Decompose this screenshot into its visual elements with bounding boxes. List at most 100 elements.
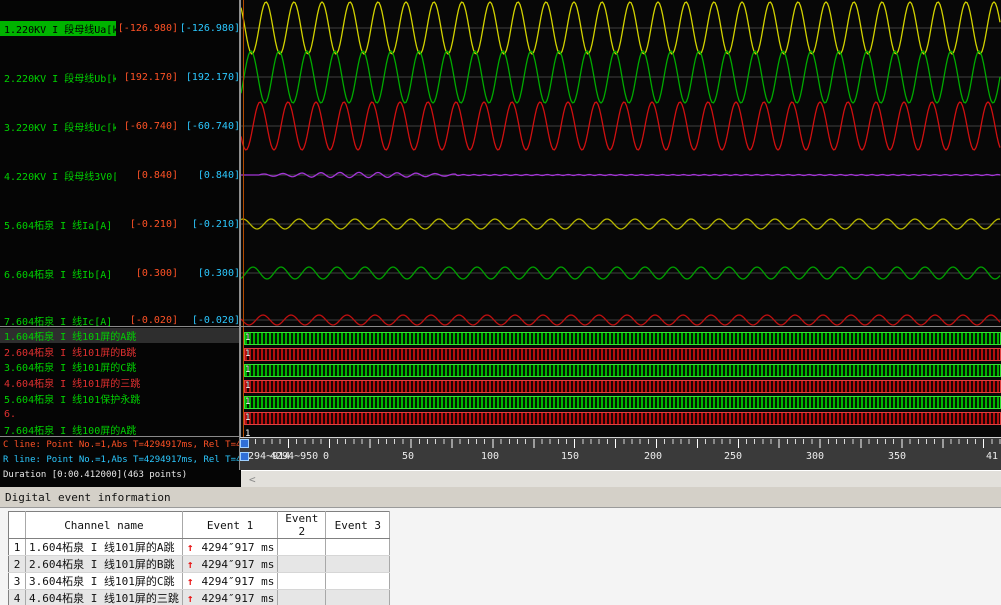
digital-state-bar xyxy=(244,396,1001,409)
time-axis-label: 100 xyxy=(481,451,499,462)
digital-trace-plot: 1111111 xyxy=(241,327,1001,437)
channel-value-primary: [-60.740] xyxy=(116,121,178,132)
digital-state-value: 1 xyxy=(245,428,250,437)
time-axis-label: 0 xyxy=(323,451,329,462)
digital-state-value: 1 xyxy=(245,412,250,424)
rising-edge-arrow-icon: ↑ xyxy=(187,541,194,554)
event3-cell xyxy=(326,556,390,573)
event3-cell xyxy=(326,539,390,556)
digital-state-value: 1 xyxy=(245,348,250,360)
event2-cell xyxy=(278,590,326,605)
analog-channel-row[interactable]: 3.220KV I 段母线Uc[kV][-60.740][-60.740] xyxy=(0,118,240,134)
analog-channel-label: 6.604柘泉 I 线Ib[A] xyxy=(0,266,116,281)
event-row-number: 3 xyxy=(9,573,26,590)
col-event3: Event 3 xyxy=(326,512,390,539)
analog-channel-label: 4.220KV I 段母线3V0[kV] xyxy=(0,168,116,183)
time-axis-label: 150 xyxy=(561,451,579,462)
digital-channel-row[interactable]: 3.604柘泉 I 线101屏的C跳 xyxy=(0,359,240,374)
c-line-status: C line: Point No.=1,Abs T=4294917ms, Rel… xyxy=(3,440,240,450)
analog-waveform-plot[interactable] xyxy=(241,0,1001,327)
event-table-header-row: Channel name Event 1 Event 2 Event 3 xyxy=(9,512,390,539)
channel-value-secondary: [-0.210] xyxy=(178,219,240,230)
analog-channel-row[interactable]: 5.604柘泉 I 线Ia[A][-0.210][-0.210] xyxy=(0,216,240,232)
waveform-svg xyxy=(241,0,1001,327)
col-channel-name: Channel name xyxy=(26,512,183,539)
event-info-section: Digital event information Channel name E… xyxy=(0,487,1001,605)
digital-channel-row[interactable]: 5.604柘泉 I 线101保护永跳 xyxy=(0,391,240,406)
analog-channel-label: 3.220KV I 段母线Uc[kV] xyxy=(0,119,116,134)
analog-channel-row[interactable]: 4.220KV I 段母线3V0[kV][0.840][0.840] xyxy=(0,167,240,183)
event-channel-name: 3.604柘泉 I 线101屏的C跳 xyxy=(26,573,183,590)
digital-channel-row[interactable]: 6. xyxy=(0,407,240,422)
digital-state-bar xyxy=(244,348,1001,361)
digital-channel-row[interactable]: 2.604柘泉 I 线101屏的B跳 xyxy=(0,344,240,359)
channel-value-secondary: [-126.980] xyxy=(178,23,240,34)
digital-state-bar xyxy=(244,332,1001,345)
time-axis-label: 350 xyxy=(888,451,906,462)
time-axis-ruler[interactable]: 4294~9144294~95005010015020025030035041 xyxy=(240,437,1001,470)
section-title: Digital event information xyxy=(5,491,171,504)
time-axis-label: 4294~950 xyxy=(270,451,318,462)
event1-cell: ↑4294″917 ms xyxy=(182,556,277,573)
channel-value-secondary: [0.840] xyxy=(178,170,240,181)
cursor-status-block: C line: Point No.=1,Abs T=4294917ms, Rel… xyxy=(0,437,240,487)
channel-value-secondary: [0.300] xyxy=(178,268,240,279)
channel-value-secondary: [-60.740] xyxy=(178,121,240,132)
digital-channel-row[interactable]: 7.604柘泉 I 线100屏的A跳 xyxy=(0,422,240,437)
channel-value-primary: [192.170] xyxy=(116,72,178,83)
waveform-trace xyxy=(241,315,1000,325)
digital-event-table: Channel name Event 1 Event 2 Event 3 11.… xyxy=(8,511,390,605)
c-cursor-line[interactable] xyxy=(243,0,244,437)
channel-value-primary: [-0.210] xyxy=(116,219,178,230)
event3-cell xyxy=(326,590,390,605)
analog-digital-divider xyxy=(0,326,1001,327)
panel-status-divider xyxy=(0,436,240,437)
event-table-row[interactable]: 44.604柘泉 I 线101屏的三跳↑4294″917 ms xyxy=(9,590,390,605)
panel-plot-divider[interactable] xyxy=(239,0,241,470)
digital-state-bar xyxy=(244,364,1001,377)
channel-value-secondary: [192.170] xyxy=(178,72,240,83)
col-index xyxy=(9,512,26,539)
digital-channel-row[interactable]: 4.604柘泉 I 线101屏的三跳 xyxy=(0,375,240,390)
horizontal-scrollbar[interactable]: < xyxy=(241,470,1001,487)
c-cursor-handle[interactable] xyxy=(240,439,249,448)
event-table-row[interactable]: 22.604柘泉 I 线101屏的B跳↑4294″917 ms xyxy=(9,556,390,573)
event1-time: 4294″917 ms xyxy=(201,558,274,571)
analog-channel-row[interactable]: 1.220KV I 段母线Ua[kV][-126.980][-126.980] xyxy=(0,20,240,36)
digital-state-value: 1 xyxy=(245,380,250,392)
analog-channel-label: 1.220KV I 段母线Ua[kV] xyxy=(0,21,116,36)
event1-time: 4294″917 ms xyxy=(201,541,274,554)
analog-channel-label: 2.220KV I 段母线Ub[kV] xyxy=(0,70,116,85)
event-row-number: 2 xyxy=(9,556,26,573)
digital-state-bar xyxy=(244,380,1001,393)
col-event2: Event 2 xyxy=(278,512,326,539)
channel-value-primary: [0.840] xyxy=(116,170,178,181)
duration-status: Duration [0:00.412000](463 points) xyxy=(3,470,240,480)
digital-state-value: 1 xyxy=(245,332,250,344)
event2-cell xyxy=(278,539,326,556)
digital-state-value: 1 xyxy=(245,364,250,376)
event3-cell xyxy=(326,573,390,590)
channel-value-primary: [-126.980] xyxy=(116,23,178,34)
digital-channel-row[interactable]: 1.604柘泉 I 线101屏的A跳 xyxy=(0,328,240,343)
channel-value-primary: [-0.020] xyxy=(116,315,178,326)
event-channel-name: 4.604柘泉 I 线101屏的三跳 xyxy=(26,590,183,605)
r-cursor-handle[interactable] xyxy=(240,452,249,461)
col-event1: Event 1 xyxy=(182,512,277,539)
time-axis-label: 41 xyxy=(986,451,998,462)
event1-cell: ↑4294″917 ms xyxy=(182,590,277,605)
r-line-status: R line: Point No.=1,Abs T=4294917ms, Rel… xyxy=(3,455,240,465)
event-table-row[interactable]: 33.604柘泉 I 线101屏的C跳↑4294″917 ms xyxy=(9,573,390,590)
event-table-row[interactable]: 11.604柘泉 I 线101屏的A跳↑4294″917 ms xyxy=(9,539,390,556)
channel-value-secondary: [-0.020] xyxy=(178,315,240,326)
event2-cell xyxy=(278,573,326,590)
digital-state-bar xyxy=(244,412,1001,425)
time-axis-label: 300 xyxy=(806,451,824,462)
analog-channel-label: 5.604柘泉 I 线Ia[A] xyxy=(0,217,116,232)
scroll-left-arrow-icon[interactable]: < xyxy=(249,473,256,486)
major-ticks xyxy=(243,439,1001,448)
analog-channel-row[interactable]: 6.604柘泉 I 线Ib[A][0.300][0.300] xyxy=(0,265,240,281)
analog-channel-row[interactable]: 2.220KV I 段母线Ub[kV][192.170][192.170] xyxy=(0,69,240,85)
event2-cell xyxy=(278,556,326,573)
rising-edge-arrow-icon: ↑ xyxy=(187,575,194,588)
